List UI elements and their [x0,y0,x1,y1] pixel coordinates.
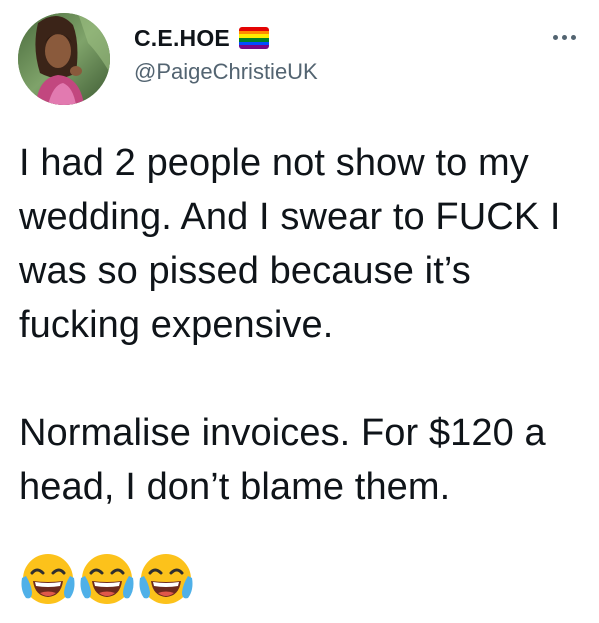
more-options-icon[interactable] [545,25,583,49]
face-with-tears-of-joy-icon [139,554,193,604]
rainbow-flag-icon [238,27,269,49]
more-dot [561,34,567,40]
author-handle[interactable]: @PaigeChristieUK [134,57,318,87]
avatar-photo [18,13,110,105]
face-with-tears-of-joy-icon [80,554,134,604]
avatar[interactable] [18,13,110,105]
tweet-card: C.E.HOE @PaigeChristieUK I had 2 people … [0,0,599,623]
tweet-text: I had 2 people not show to my wedding. A… [19,136,589,514]
author-display-name[interactable]: C.E.HOE [134,22,230,54]
tweet-paragraph: Normalise invoices. For $120 a head, I d… [19,412,546,508]
emoji-row [20,552,194,610]
flag-stripe [238,45,269,49]
author-name-row[interactable]: C.E.HOE [134,22,269,54]
tweet-paragraph: I had 2 people not show to my wedding. A… [19,142,561,346]
more-dot [552,34,558,40]
more-dot [570,34,576,40]
face-with-tears-of-joy-icon [21,554,75,604]
